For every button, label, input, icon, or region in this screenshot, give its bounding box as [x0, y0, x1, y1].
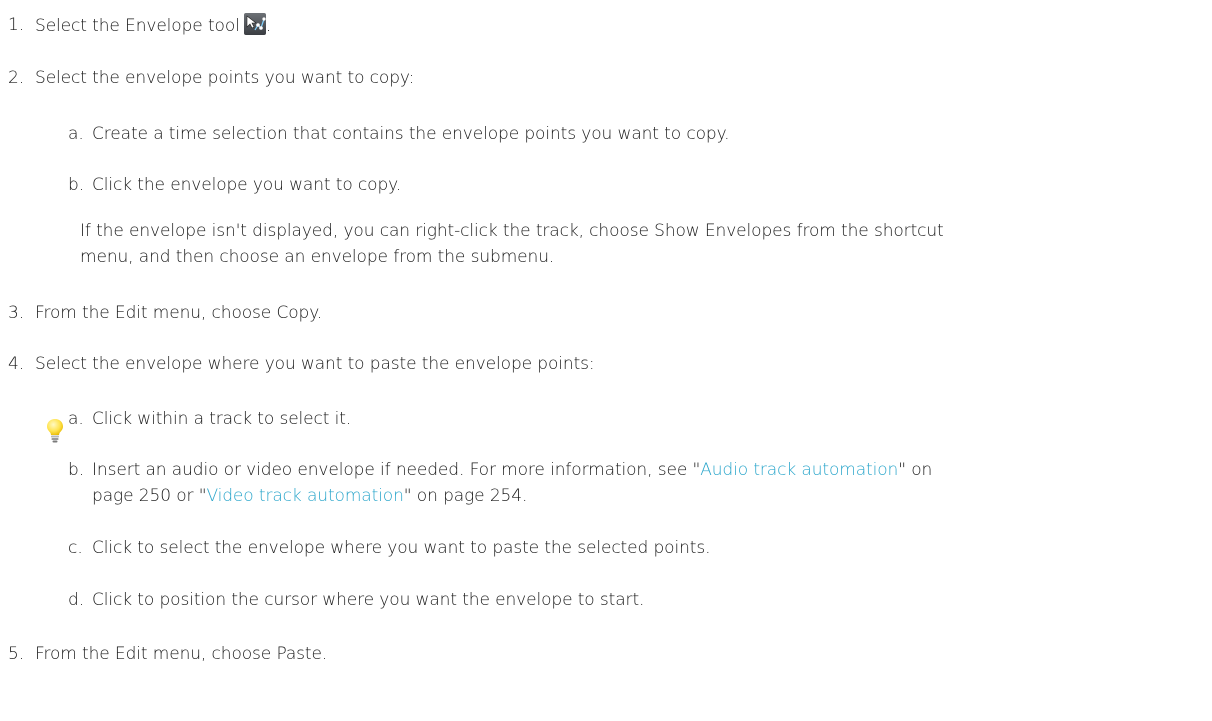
substep-text: " on page 254. [403, 486, 528, 506]
substep-letter: b. [68, 175, 85, 195]
substep-letter: a. [68, 409, 84, 429]
tip-line-2: menu, and then choose an envelope from t… [80, 247, 555, 267]
step-text: Select the Envelope tool [35, 16, 240, 36]
substep-text: Insert an audio or video envelope if nee… [92, 460, 701, 480]
substep-4d-text: Click to position the cursor where you w… [92, 590, 645, 610]
step-number: 4. [8, 354, 25, 374]
video-track-automation-link[interactable]: Video track automation [206, 486, 403, 506]
audio-track-automation-link[interactable]: Audio track automation [700, 460, 898, 480]
step-4-text: Select the envelope where you want to pa… [35, 354, 595, 374]
step-5-text: From the Edit menu, choose Paste. [35, 644, 328, 664]
substep-2a-text: Create a time selection that contains th… [92, 124, 730, 144]
step-text-period: . [265, 16, 272, 36]
substep-4c-text: Click to select the envelope where you w… [92, 538, 711, 558]
step-2-text: Select the envelope points you want to c… [35, 68, 415, 88]
step-number: 3. [8, 303, 25, 323]
substep-4a-text: Click within a track to select it. [92, 409, 352, 429]
substep-2b-text: Click the envelope you want to copy. [92, 175, 401, 195]
substep-letter: b. [68, 460, 85, 480]
step-number: 2. [8, 68, 25, 88]
document-page: 1. Select the Envelope tool . 2. Select … [0, 0, 1212, 721]
step-1-text: Select the Envelope tool . [35, 13, 271, 38]
step-number: 5. [8, 644, 25, 664]
substep-letter: c. [68, 538, 83, 558]
step-3-text: From the Edit menu, choose Copy. [35, 303, 323, 323]
substep-4b-line-2: page 250 or "Video track automation" on … [92, 484, 527, 508]
lightbulb-icon [46, 418, 64, 444]
substep-4b-line-1: Insert an audio or video envelope if nee… [92, 458, 932, 482]
envelope-tool-icon [243, 13, 266, 35]
substep-text: page 250 or " [92, 486, 207, 506]
step-number: 1. [8, 15, 25, 35]
substep-letter: a. [68, 124, 84, 144]
substep-text: " on [898, 460, 933, 480]
substep-letter: d. [68, 590, 85, 610]
tip-line-1: If the envelope isn't displayed, you can… [80, 221, 944, 241]
